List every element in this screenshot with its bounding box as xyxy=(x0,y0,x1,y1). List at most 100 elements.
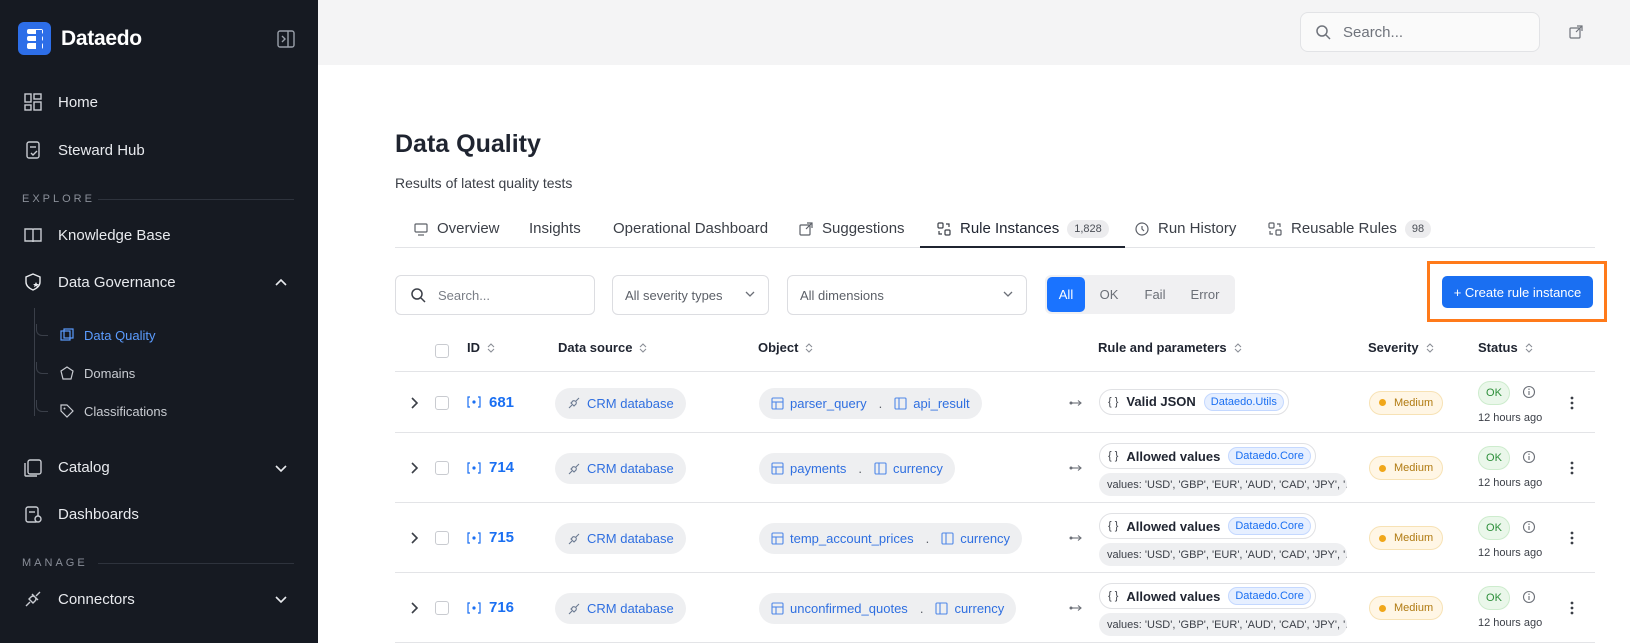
sidebar-item-steward-hub[interactable]: Steward Hub xyxy=(22,135,145,165)
rule-id-link[interactable]: 681 xyxy=(467,394,514,411)
tab-suggestions[interactable]: Suggestions xyxy=(798,212,905,248)
table-link[interactable]: payments xyxy=(771,461,846,476)
sidebar-item-home[interactable]: Home xyxy=(22,87,98,117)
segment-error[interactable]: Error xyxy=(1177,277,1233,312)
rule-instance-icon xyxy=(467,396,481,408)
rule-id-link[interactable]: 715 xyxy=(467,529,514,546)
object-chip[interactable]: temp_account_prices. currency xyxy=(759,523,1023,554)
severity-dot xyxy=(1379,534,1386,542)
table-link[interactable]: unconfirmed_quotes xyxy=(771,601,908,616)
rule-chip[interactable]: { } Valid JSON Dataedo.Utils xyxy=(1099,388,1289,415)
column-link[interactable]: currency xyxy=(874,461,943,476)
info-icon[interactable] xyxy=(1522,520,1536,534)
row-checkbox[interactable] xyxy=(435,461,449,475)
severity-select[interactable]: All severity types xyxy=(612,275,769,315)
sidebar-item-data-governance[interactable]: Data Governance xyxy=(22,267,176,297)
table-row[interactable]: 715 CRM database temp_account_prices. curre… xyxy=(395,503,1595,573)
sidebar-item-catalog[interactable]: Catalog xyxy=(22,452,110,482)
info-icon[interactable] xyxy=(1522,385,1536,399)
table-link[interactable]: parser_query xyxy=(771,396,867,411)
chevron-down-icon[interactable] xyxy=(272,459,290,477)
tab-insights[interactable]: Insights xyxy=(529,212,581,248)
rule-chip[interactable]: { } Allowed values Dataedo.Core xyxy=(1099,513,1316,539)
object-chip[interactable]: parser_query. api_result xyxy=(759,387,982,419)
logo[interactable]: Dataedo xyxy=(18,22,142,55)
more-vertical-icon[interactable] xyxy=(1569,600,1575,616)
dimensions-select[interactable]: All dimensions xyxy=(787,275,1027,315)
column-header-data-source[interactable]: Data source xyxy=(558,340,648,355)
column-header-status[interactable]: Status xyxy=(1478,340,1534,355)
object-chip[interactable]: unconfirmed_quotes. currency xyxy=(759,593,1017,624)
chevron-up-icon[interactable] xyxy=(272,274,290,292)
table-row[interactable]: 714 CRM database payments. currency { } Allow… xyxy=(395,433,1595,503)
table-row[interactable]: 716 CRM database unconfirmed_quotes. curren… xyxy=(395,573,1595,643)
sidebar-item-data-quality[interactable]: Data Quality xyxy=(36,323,156,347)
create-rule-instance-button[interactable]: + Create rule instance xyxy=(1442,276,1593,308)
segment-fail[interactable]: Fail xyxy=(1133,277,1177,312)
sidebar-item-label: Catalog xyxy=(58,458,110,476)
page-subtitle: Results of latest quality tests xyxy=(395,175,573,191)
column-header-severity[interactable]: Severity xyxy=(1368,340,1435,355)
rule-chip[interactable]: { } Allowed values Dataedo.Core xyxy=(1099,583,1316,609)
rule-id: 715 xyxy=(489,529,515,546)
column-header-rule[interactable]: Rule and parameters xyxy=(1098,340,1243,355)
rule-chip[interactable]: { } Allowed values Dataedo.Core xyxy=(1099,443,1316,469)
sidebar-item-connectors[interactable]: Connectors xyxy=(22,584,135,614)
segment-ok[interactable]: OK xyxy=(1085,277,1133,312)
tab-operational-dashboard[interactable]: Operational Dashboard xyxy=(613,212,768,248)
chevron-right-icon[interactable] xyxy=(407,531,421,545)
more-vertical-icon[interactable] xyxy=(1569,395,1575,411)
table-link[interactable]: temp_account_prices xyxy=(771,531,914,546)
sidebar-item-classifications[interactable]: Classifications xyxy=(36,399,167,423)
external-link-icon[interactable] xyxy=(1568,24,1584,40)
chevron-right-icon[interactable] xyxy=(407,461,421,475)
sidebar-item-domains[interactable]: Domains xyxy=(36,361,135,385)
chevron-down-icon[interactable] xyxy=(272,590,290,608)
severity-label: Medium xyxy=(1394,396,1434,409)
tab-reusable-rules[interactable]: Reusable Rules 98 xyxy=(1267,212,1432,248)
chevron-right-icon[interactable] xyxy=(407,396,421,410)
segment-all[interactable]: All xyxy=(1047,277,1085,312)
column-link[interactable]: currency xyxy=(935,601,1004,616)
tab-run-history[interactable]: Run History xyxy=(1134,212,1236,248)
column-header-object[interactable]: Object xyxy=(758,340,814,355)
sidebar-item-label: Dashboards xyxy=(58,505,139,523)
book-icon xyxy=(22,224,44,246)
tab-overview[interactable]: Overview xyxy=(413,212,500,248)
info-icon[interactable] xyxy=(1522,450,1536,464)
object-chip[interactable]: payments. currency xyxy=(759,453,955,484)
sidebar-item-label: Home xyxy=(58,93,99,111)
data-source-chip[interactable]: CRM database xyxy=(555,387,686,419)
rule-search-input[interactable]: Search... xyxy=(395,275,595,315)
monitor-icon xyxy=(413,221,429,237)
table-icon xyxy=(771,396,784,410)
sidebar-item-knowledge-base[interactable]: Knowledge Base xyxy=(22,220,171,250)
column-header-label: Severity xyxy=(1368,340,1419,355)
global-search-input[interactable]: Search... xyxy=(1300,12,1540,52)
row-checkbox[interactable] xyxy=(435,395,449,410)
column-link[interactable]: api_result xyxy=(894,396,970,411)
sidebar-item-label: Domains xyxy=(84,365,136,381)
tab-rule-instances[interactable]: Rule Instances 1,828 xyxy=(920,212,1125,248)
rule-id-link[interactable]: 716 xyxy=(467,599,514,616)
rule-id-link[interactable]: 714 xyxy=(467,459,514,476)
column-link[interactable]: currency xyxy=(941,531,1010,546)
tab-label: Suggestions xyxy=(822,220,905,237)
info-icon[interactable] xyxy=(1522,590,1536,604)
data-source-chip[interactable]: CRM database xyxy=(555,453,686,484)
column-header-id[interactable]: ID xyxy=(467,340,496,355)
data-source-chip[interactable]: CRM database xyxy=(555,523,686,554)
table-row[interactable]: 681 CRM database parser_query. api_result { … xyxy=(395,372,1595,433)
dashboard-icon xyxy=(22,503,44,525)
select-all-checkbox[interactable] xyxy=(435,344,449,358)
row-checkbox[interactable] xyxy=(435,531,449,545)
data-source-chip[interactable]: CRM database xyxy=(555,593,686,624)
rule-instance-icon xyxy=(467,601,481,614)
sidebar-item-dashboards[interactable]: Dashboards xyxy=(22,499,139,529)
more-vertical-icon[interactable] xyxy=(1569,460,1575,476)
row-checkbox[interactable] xyxy=(435,601,449,615)
severity-label: Medium xyxy=(1394,532,1434,544)
sidebar-collapse-icon[interactable] xyxy=(276,29,296,49)
chevron-right-icon[interactable] xyxy=(407,601,421,615)
more-vertical-icon[interactable] xyxy=(1569,530,1575,546)
